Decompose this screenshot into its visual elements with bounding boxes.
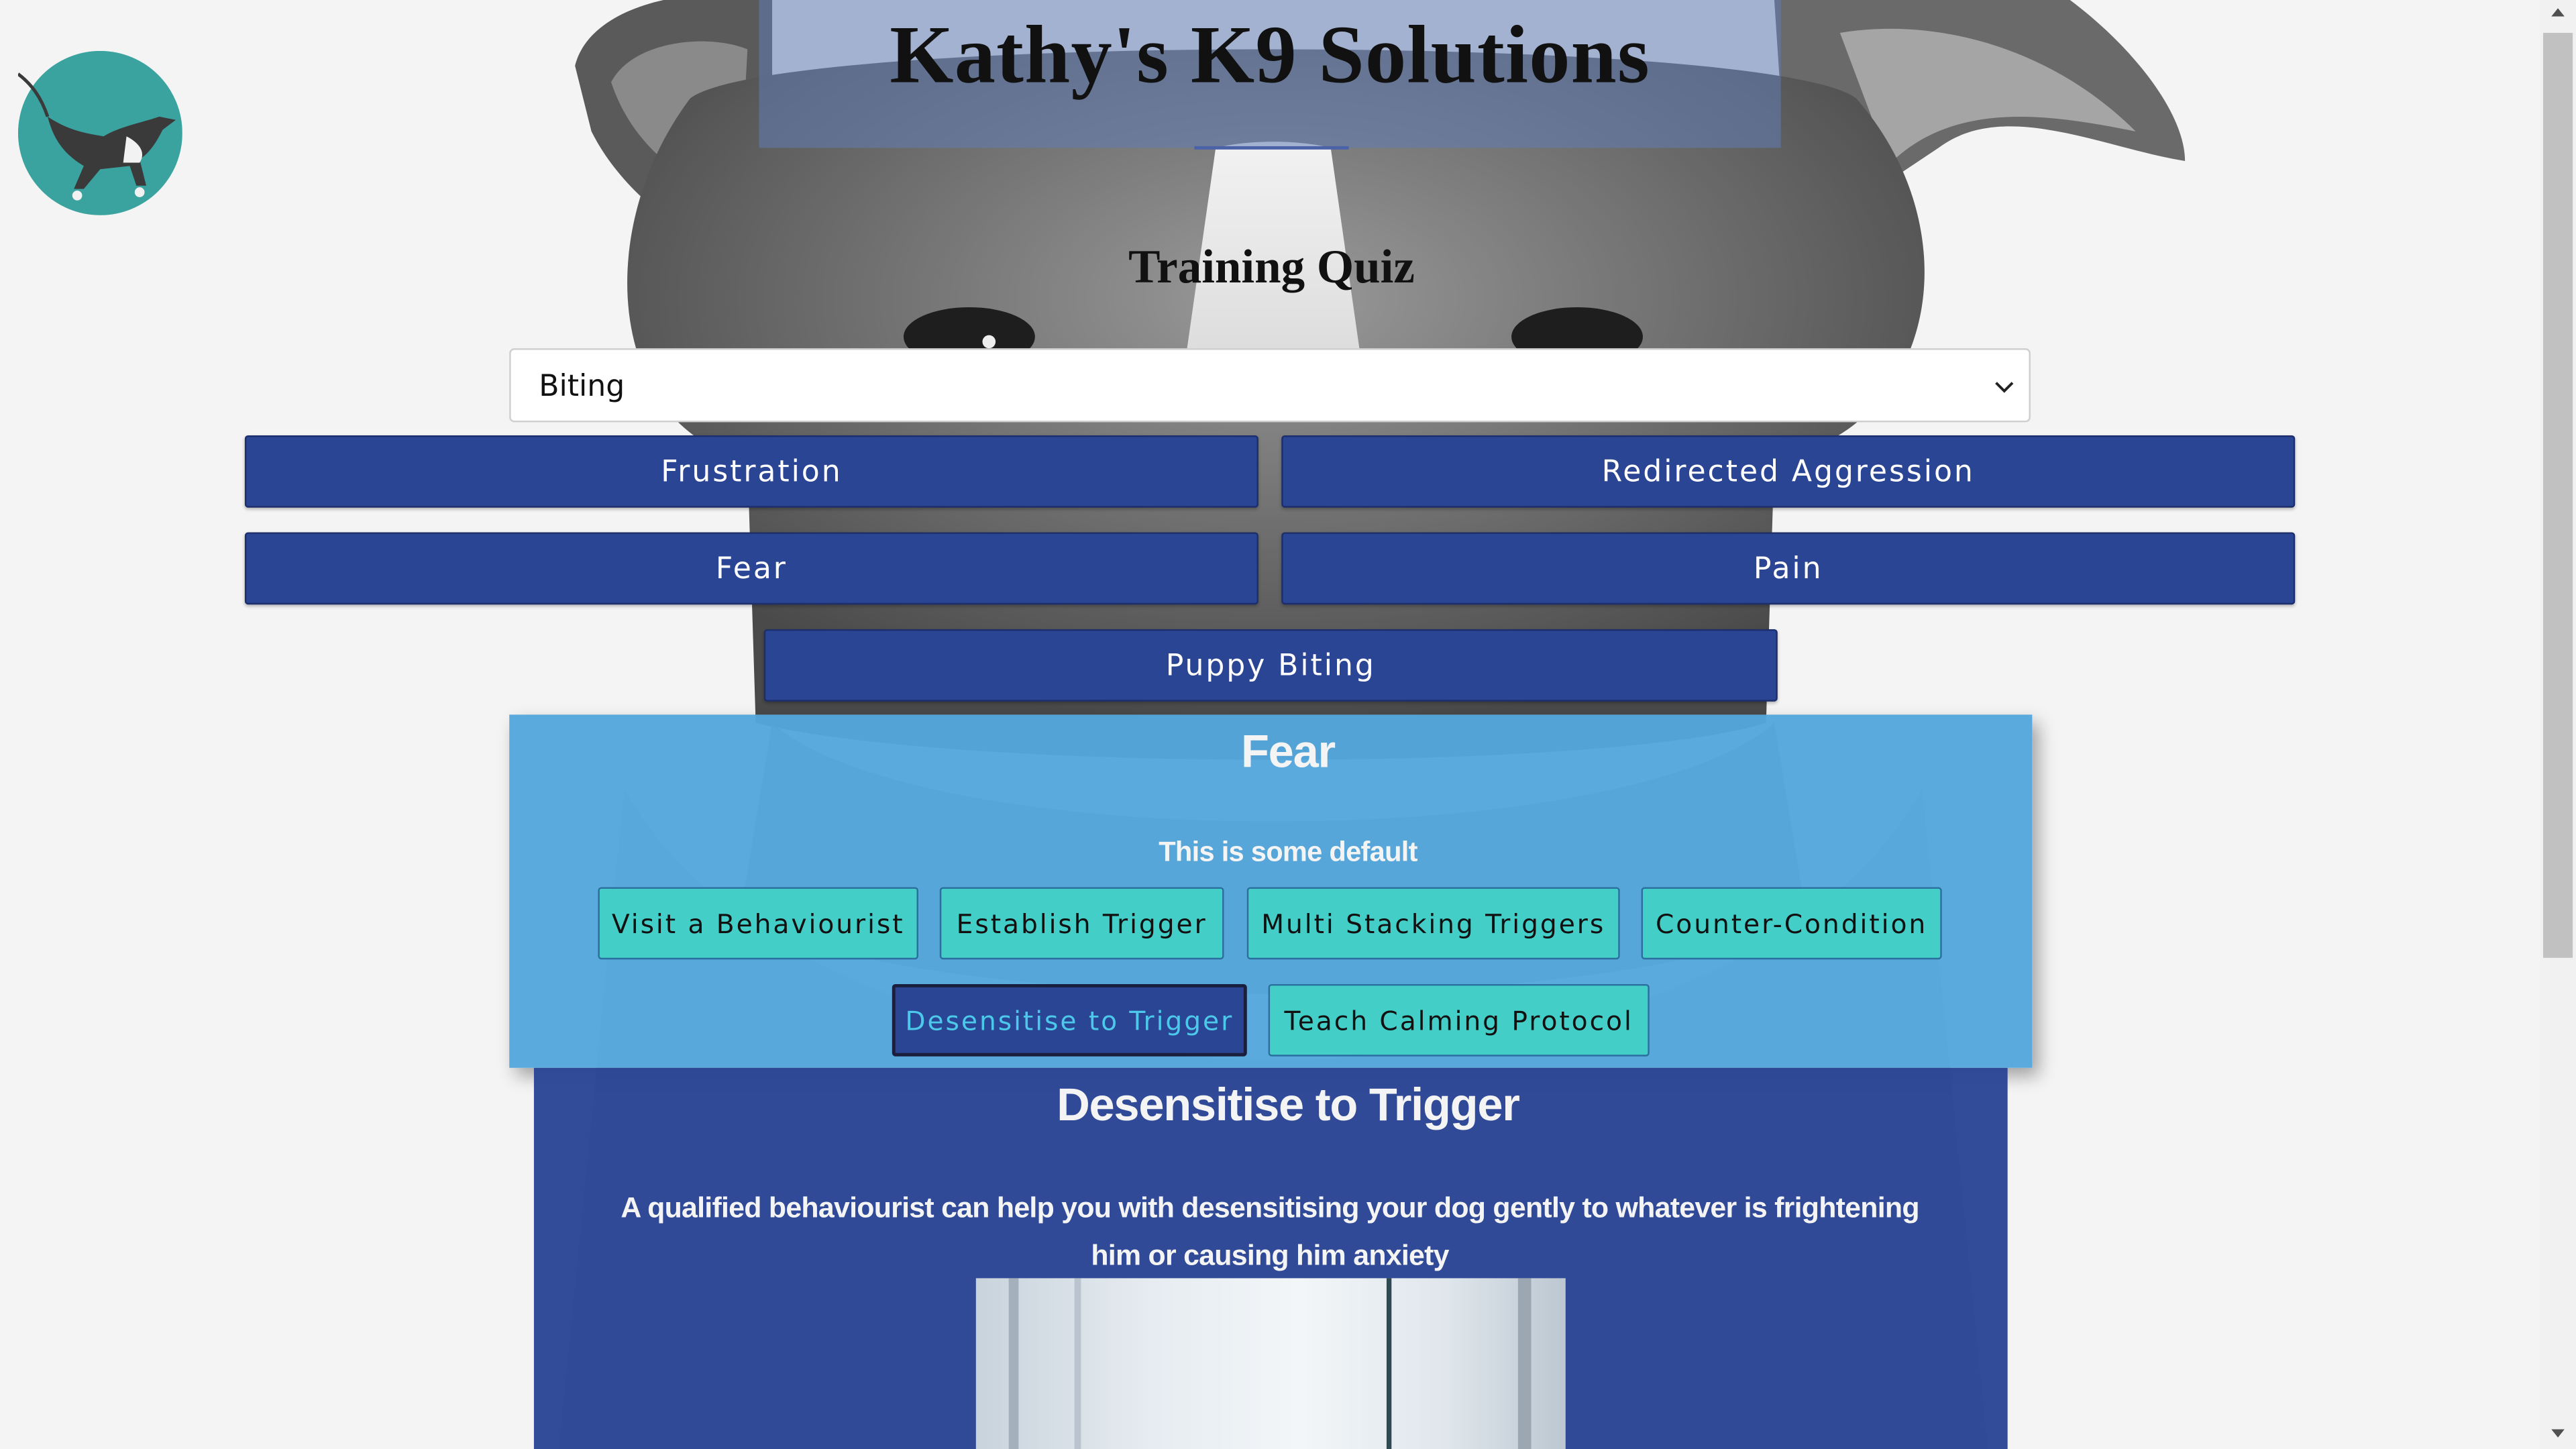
detail-photo xyxy=(975,1278,1566,1449)
cause-button-frustration[interactable]: Frustration xyxy=(244,435,1258,508)
result-subtitle: This is some default xyxy=(1159,836,1417,868)
cause-button-fear[interactable]: Fear xyxy=(244,532,1258,605)
step-button-counter-condition[interactable]: Counter-Condition xyxy=(1641,887,1942,960)
dog-logo-icon[interactable] xyxy=(17,50,182,215)
scroll-up-arrow-icon[interactable] xyxy=(2540,0,2576,23)
step-button-visit-behaviourist[interactable]: Visit a Behaviourist xyxy=(598,887,918,960)
chevron-down-icon xyxy=(1995,382,2014,393)
quiz-heading: Training Quiz xyxy=(1128,241,1415,294)
step-button-desensitise-to-trigger[interactable]: Desensitise to Trigger xyxy=(892,983,1247,1057)
cause-button-pain[interactable]: Pain xyxy=(1281,532,2296,605)
detail-title: Desensitise to Trigger xyxy=(1057,1079,1520,1130)
behaviour-select[interactable]: Biting xyxy=(509,348,2031,423)
scroll-down-arrow-icon[interactable] xyxy=(2540,1423,2576,1446)
behaviour-select-value: Biting xyxy=(539,370,625,405)
site-title: Kathy's K9 Solutions xyxy=(890,8,1650,101)
cause-button-redirected-aggression[interactable]: Redirected Aggression xyxy=(1281,435,2296,508)
step-button-establish-trigger[interactable]: Establish Trigger xyxy=(939,887,1224,960)
cause-button-puppy-biting[interactable]: Puppy Biting xyxy=(763,629,1778,702)
detail-description: A qualified behaviourist can help you wi… xyxy=(621,1191,1919,1272)
step-button-teach-calming-protocol[interactable]: Teach Calming Protocol xyxy=(1268,983,1650,1057)
scrollbar-thumb[interactable] xyxy=(2543,32,2573,958)
step-button-multi-stacking-triggers[interactable]: Multi Stacking Triggers xyxy=(1246,887,1620,960)
title-underline xyxy=(1194,146,1349,150)
page-scrollbar[interactable] xyxy=(2540,0,2576,1449)
result-title: Fear xyxy=(1241,726,1336,777)
